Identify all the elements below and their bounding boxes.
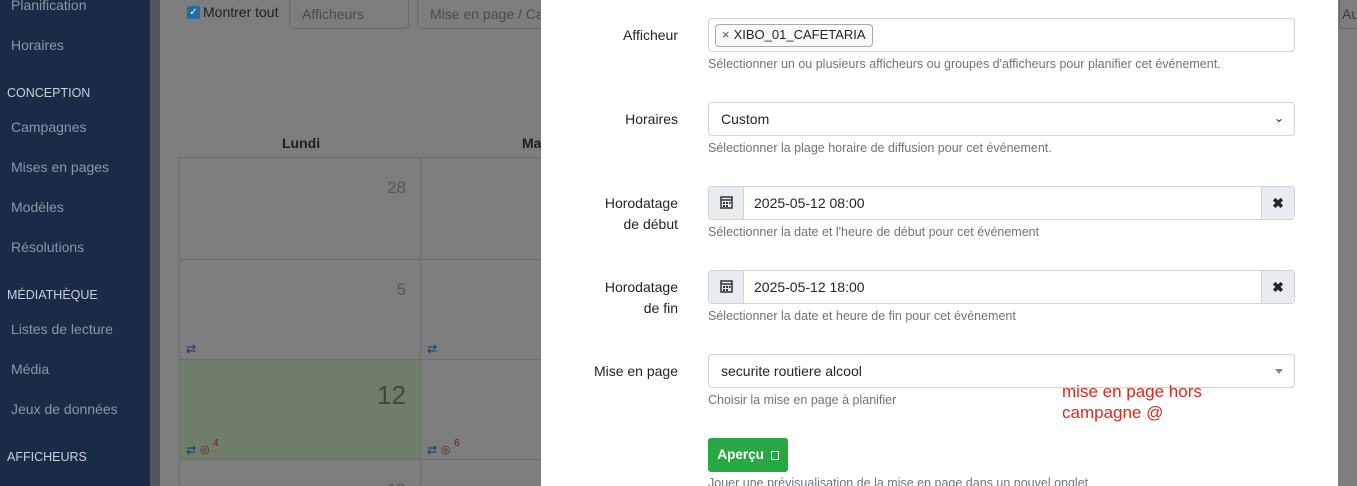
sidebar-item-resolutions[interactable]: Résolutions <box>11 239 84 255</box>
sidebar-section-mediatheque: MÉDIATHÈQUE <box>7 288 98 302</box>
sidebar-item-horaires[interactable]: Horaires <box>11 37 64 53</box>
calendar-day-cell[interactable]: 5 ⇄ <box>179 259 421 360</box>
debut-label: Horodatage de début <box>605 193 678 235</box>
sidebar-scrollbar[interactable] <box>150 0 160 486</box>
afficheur-tag: × XIBO_01_CAFETARIA <box>715 24 873 47</box>
layout-filter-input[interactable]: Mise en page / Ca <box>417 0 547 29</box>
fin-datetime-field[interactable]: 2025-05-12 18:00 ✖ <box>708 270 1295 304</box>
sidebar-section-afficheurs: AFFICHEURS <box>7 450 87 464</box>
layout-label: Mise en page <box>593 363 678 379</box>
preview-button[interactable]: Aperçu <box>708 438 788 472</box>
horaires-value: Custom <box>721 111 770 127</box>
close-icon: ✖ <box>1272 195 1284 211</box>
annotation-line1: mise en page hors <box>1062 382 1202 401</box>
horaires-label: Horaires <box>625 111 678 127</box>
calendar-day-cell[interactable]: 28 <box>179 157 421 260</box>
horaires-select[interactable]: Custom ⌄ <box>708 102 1295 136</box>
remove-tag-icon[interactable]: × <box>722 27 730 42</box>
filter-select-right[interactable]: Au <box>1339 0 1357 29</box>
red-annotation: mise en page hors campagne @ <box>1062 381 1202 423</box>
afficheur-label: Afficheur <box>623 27 678 43</box>
sidebar-item-listes-de-lecture[interactable]: Listes de lecture <box>11 321 113 337</box>
layout-help: Choisir la mise en page à planifier <box>708 393 897 407</box>
sidebar-item-planification[interactable]: Planification <box>11 0 87 13</box>
sidebar-item-jeux-de-donnees[interactable]: Jeux de données <box>11 401 118 417</box>
external-link-icon <box>770 451 779 460</box>
day-number: 19 <box>387 480 406 486</box>
calendar-day-cell[interactable]: 19 <box>179 459 421 486</box>
chevron-down-icon: ⌄ <box>1273 111 1284 125</box>
calendar-day-cell[interactable] <box>420 459 550 486</box>
fin-label-line1: Horodatage <box>604 279 678 295</box>
show-all-label: Montrer tout <box>203 4 279 20</box>
debut-help: Sélectionner la date et l'heure de début… <box>708 225 1040 239</box>
sidebar-item-campagnes[interactable]: Campagnes <box>11 119 87 135</box>
close-icon: ✖ <box>1272 279 1284 295</box>
show-all-checkbox[interactable]: ✓ <box>187 6 200 19</box>
horaires-help: Sélectionner la plage horaire de diffusi… <box>708 141 1052 155</box>
schedule-event-modal: Afficheur × XIBO_01_CAFETARIA Sélectionne… <box>541 0 1338 486</box>
afficheur-multiselect[interactable]: × XIBO_01_CAFETARIA <box>708 18 1295 52</box>
target-event-icon[interactable]: ◎ <box>200 443 210 456</box>
afficheur-help: Sélectionner un ou plusieurs afficheurs … <box>708 57 1221 71</box>
afficheur-tag-label: XIBO_01_CAFETARIA <box>733 27 866 42</box>
debut-label-line2: de début <box>623 216 679 232</box>
sidebar-section-conception: CONCEPTION <box>7 86 91 100</box>
sidebar-item-mises-en-pages[interactable]: Mises en pages <box>11 159 109 175</box>
sidebar: Planification Horaires CONCEPTION Campag… <box>0 0 160 486</box>
caret-down-icon <box>1275 369 1283 374</box>
fin-label-line2: de fin <box>643 300 678 316</box>
clear-debut-button[interactable]: ✖ <box>1261 187 1294 219</box>
annotation-line2: campagne @ <box>1062 403 1164 422</box>
fin-datetime-value: 2025-05-12 18:00 <box>754 279 865 295</box>
preview-help: Jouer une prévisualisation de la mise en… <box>708 476 1089 486</box>
day-header-tuesday: Ma <box>522 135 542 151</box>
event-count: 4 <box>213 438 219 449</box>
event-count: 6 <box>454 438 460 449</box>
day-number: 5 <box>396 280 406 299</box>
target-event-icon[interactable]: ◎ <box>441 443 451 456</box>
repeat-event-icon[interactable]: ⇄ <box>427 342 437 356</box>
day-number: 28 <box>387 178 406 197</box>
debut-datetime-field[interactable]: 2025-05-12 08:00 ✖ <box>708 186 1295 220</box>
calendar-button[interactable] <box>709 271 744 303</box>
calendar-grid: 28 5 ⇄ ⇄ 12 ⇄ ◎ 4 ⇄ ◎ 6 19 <box>179 157 550 486</box>
calendar-day-cell[interactable]: ⇄ ◎ 6 <box>420 359 550 460</box>
repeat-event-icon[interactable]: ⇄ <box>186 443 196 457</box>
sidebar-item-media[interactable]: Média <box>11 361 49 377</box>
day-header-monday: Lundi <box>282 135 321 151</box>
layout-select[interactable]: securite routiere alcool <box>708 354 1295 388</box>
preview-button-label: Aperçu <box>717 447 764 462</box>
repeat-event-icon[interactable]: ⇄ <box>427 443 437 457</box>
day-number: 12 <box>377 380 406 410</box>
repeat-event-icon[interactable]: ⇄ <box>186 342 196 356</box>
debut-label-line1: Horodatage <box>604 195 678 211</box>
debut-datetime-value: 2025-05-12 08:00 <box>754 195 865 211</box>
clear-fin-button[interactable]: ✖ <box>1261 271 1294 303</box>
fin-label: Horodatage de fin <box>605 277 678 319</box>
layout-value: securite routiere alcool <box>721 363 862 379</box>
calendar-day-cell-today[interactable]: 12 ⇄ ◎ 4 <box>179 359 421 460</box>
calendar-button[interactable] <box>709 187 744 219</box>
sidebar-item-modeles[interactable]: Modèles <box>11 199 64 215</box>
afficheurs-filter-input[interactable]: Afficheurs <box>289 0 409 29</box>
calendar-day-cell[interactable] <box>420 157 550 260</box>
fin-help: Sélectionner la date et heure de fin pou… <box>708 309 1016 323</box>
calendar-icon <box>720 280 733 293</box>
calendar-day-cell[interactable]: ⇄ <box>420 259 550 360</box>
calendar-icon <box>720 196 733 209</box>
